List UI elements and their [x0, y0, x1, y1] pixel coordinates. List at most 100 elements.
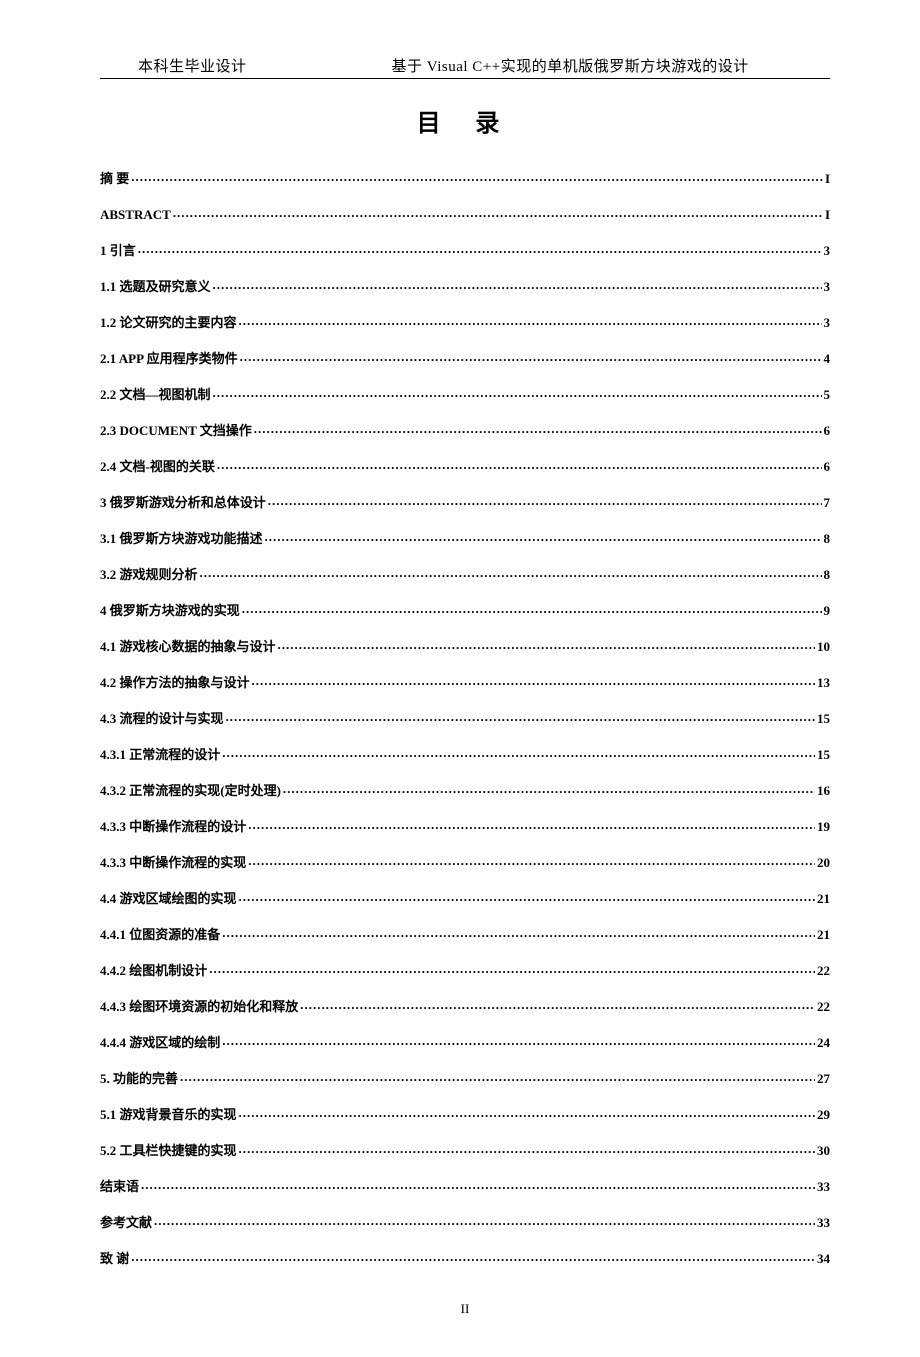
toc-entry: 4.3.3 中断操作流程的设计19	[100, 818, 830, 833]
toc-leader-dots	[254, 422, 822, 435]
toc-entry-label: 5.2 工具栏快捷键的实现	[100, 1144, 237, 1157]
toc-entry-page: 10	[817, 640, 830, 653]
toc-entry-page: 24	[817, 1036, 830, 1049]
toc-entry: 2.2 文档—视图机制5	[100, 386, 830, 401]
toc-list: 摘 要IABSTRACTI1 引言31.1 选题及研究意义31.2 论文研究的主…	[100, 170, 830, 1265]
toc-entry-label: 4.4.2 绘图机制设计	[100, 964, 207, 977]
toc-entry-label: 5.1 游戏背景音乐的实现	[100, 1108, 237, 1121]
toc-entry-label: 4.4.3 绘图环境资源的初始化和释放	[100, 1000, 298, 1013]
toc-leader-dots	[217, 458, 822, 471]
toc-entry-page: 4	[824, 352, 831, 365]
toc-leader-dots	[242, 602, 822, 615]
toc-title: 目 录	[100, 103, 830, 138]
toc-entry-page: 6	[824, 460, 831, 473]
toc-entry: 4.4.4 游戏区域的绘制 24	[100, 1034, 830, 1049]
toc-leader-dots	[239, 1106, 815, 1119]
toc-leader-dots	[248, 854, 815, 867]
toc-entry-label: 摘 要	[100, 172, 129, 185]
toc-entry: ABSTRACTI	[100, 206, 830, 221]
toc-entry-page: 27	[817, 1072, 830, 1085]
toc-leader-dots	[173, 206, 823, 219]
toc-entry-page: 6	[824, 424, 831, 437]
toc-leader-dots	[209, 962, 815, 975]
toc-leader-dots	[239, 314, 822, 327]
toc-entry: 4.4.2 绘图机制设计 22	[100, 962, 830, 977]
toc-leader-dots	[131, 1250, 815, 1263]
toc-leader-dots	[239, 1142, 815, 1155]
toc-leader-dots	[248, 818, 815, 831]
toc-entry: 1.1 选题及研究意义 3	[100, 278, 830, 293]
toc-entry: 1 引言3	[100, 242, 830, 257]
toc-entry-page: 33	[817, 1180, 830, 1193]
toc-entry-label: 结束语	[100, 1180, 139, 1193]
toc-entry-label: 4.3.3 中断操作流程的设计	[100, 820, 246, 833]
toc-entry-label: 1.1 选题及研究意义	[100, 280, 211, 293]
toc-leader-dots	[154, 1214, 815, 1227]
header-right: 基于 Visual C++实现的单机版俄罗斯方块游戏的设计	[247, 55, 830, 76]
toc-entry: 3.1 俄罗斯方块游戏功能描述8	[100, 530, 830, 545]
toc-entry-page: 7	[824, 496, 831, 509]
toc-entry-label: 5. 功能的完善	[100, 1072, 178, 1085]
toc-entry-label: 4.3 流程的设计与实现	[100, 712, 224, 725]
toc-entry: 4.4.1 位图资源的准备21	[100, 926, 830, 941]
toc-entry-page: 22	[817, 964, 830, 977]
toc-entry: 4.4.3 绘图环境资源的初始化和释放 22	[100, 998, 830, 1013]
toc-leader-dots	[283, 782, 815, 795]
toc-entry-page: 13	[817, 676, 830, 689]
toc-entry-label: 3.1 俄罗斯方块游戏功能描述	[100, 532, 263, 545]
toc-entry-page: 20	[817, 856, 830, 869]
toc-leader-dots	[200, 566, 822, 579]
toc-entry-label: 4.4.4 游戏区域的绘制	[100, 1036, 220, 1049]
toc-entry-page: I	[825, 208, 830, 221]
document-page: 本科生毕业设计 基于 Visual C++实现的单机版俄罗斯方块游戏的设计 目 …	[0, 0, 920, 1357]
toc-entry-label: 参考文献	[100, 1216, 152, 1229]
toc-entry: 2.1 APP 应用程序类物件 4	[100, 350, 830, 365]
toc-leader-dots	[222, 746, 815, 759]
toc-leader-dots	[213, 278, 822, 291]
toc-entry: 2.3 DOCUMENT 文挡操作6	[100, 422, 830, 437]
header-rule	[100, 78, 830, 79]
toc-entry-page: 29	[817, 1108, 830, 1121]
toc-entry-label: 4.4 游戏区域绘图的实现	[100, 892, 237, 905]
toc-entry-page: 9	[824, 604, 831, 617]
toc-leader-dots	[213, 386, 822, 399]
toc-entry: 4.3 流程的设计与实现 15	[100, 710, 830, 725]
toc-entry-label: 2.2 文档—视图机制	[100, 388, 211, 401]
toc-entry-page: 21	[817, 892, 830, 905]
toc-entry: 5. 功能的完善 27	[100, 1070, 830, 1085]
toc-leader-dots	[240, 350, 822, 363]
toc-entry: 结束语 33	[100, 1178, 830, 1193]
toc-entry-page: 3	[824, 280, 831, 293]
toc-entry-label: 3 俄罗斯游戏分析和总体设计	[100, 496, 266, 509]
toc-leader-dots	[131, 170, 823, 183]
toc-entry: 3.2 游戏规则分析 8	[100, 566, 830, 581]
toc-leader-dots	[226, 710, 815, 723]
toc-entry-page: 15	[817, 712, 830, 725]
toc-entry: 参考文献33	[100, 1214, 830, 1229]
toc-entry: 4.3.3 中断操作流程的实现 20	[100, 854, 830, 869]
toc-entry-page: 8	[824, 568, 831, 581]
toc-entry: 2.4 文档-视图的关联 6	[100, 458, 830, 473]
toc-entry-label: 2.1 APP 应用程序类物件	[100, 352, 238, 365]
toc-entry: 4.3.1 正常流程的设计15	[100, 746, 830, 761]
toc-leader-dots	[252, 674, 815, 687]
toc-entry-label: 3.2 游戏规则分析	[100, 568, 198, 581]
toc-entry-page: 21	[817, 928, 830, 941]
toc-entry-page: 15	[817, 748, 830, 761]
toc-entry-page: 34	[817, 1252, 830, 1265]
toc-entry-page: I	[825, 172, 830, 185]
toc-entry: 4.2 操作方法的抽象与设计13	[100, 674, 830, 689]
toc-entry-label: 2.4 文档-视图的关联	[100, 460, 215, 473]
toc-entry: 致 谢34	[100, 1250, 830, 1265]
toc-entry-page: 22	[817, 1000, 830, 1013]
toc-entry-label: 4.1 游戏核心数据的抽象与设计	[100, 640, 276, 653]
toc-entry: 4 俄罗斯方块游戏的实现9	[100, 602, 830, 617]
toc-entry: 1.2 论文研究的主要内容3	[100, 314, 830, 329]
toc-leader-dots	[239, 890, 815, 903]
toc-entry-label: 4.3.3 中断操作流程的实现	[100, 856, 246, 869]
toc-leader-dots	[268, 494, 822, 507]
toc-entry-page: 3	[824, 316, 831, 329]
toc-entry-label: 4.3.2 正常流程的实现(定时处理)	[100, 784, 281, 797]
toc-entry-page: 16	[817, 784, 830, 797]
toc-leader-dots	[222, 1034, 815, 1047]
